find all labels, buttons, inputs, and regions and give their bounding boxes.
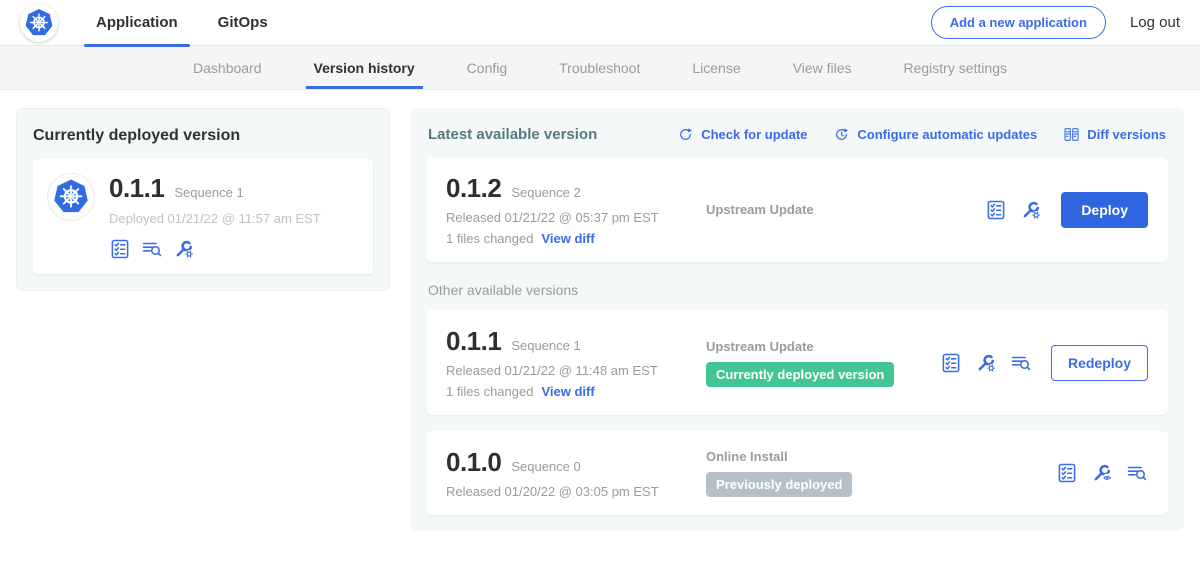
version-history-panel: Latest available version Check for updat… bbox=[410, 108, 1184, 531]
view-logs-icon[interactable] bbox=[141, 238, 163, 260]
primary-nav: Application GitOps bbox=[80, 0, 292, 45]
currently-deployed-badge: Currently deployed version bbox=[706, 362, 894, 387]
subnav-tab-version-history[interactable]: Version history bbox=[288, 46, 441, 89]
version-details: 0.1.2 Sequence 2 Released 01/21/22 @ 05:… bbox=[446, 173, 698, 246]
version-sequence: Sequence 0 bbox=[511, 459, 580, 474]
latest-version-title: Latest available version bbox=[428, 126, 597, 143]
currently-deployed-panel: Currently deployed version 0.1.1 Sequenc… bbox=[16, 108, 390, 291]
subnav-tab-troubleshoot[interactable]: Troubleshoot bbox=[533, 46, 666, 89]
files-changed: 1 files changed bbox=[446, 384, 533, 399]
edit-config-icon[interactable] bbox=[173, 238, 195, 260]
refresh-icon bbox=[677, 126, 694, 143]
version-source: Upstream Update bbox=[706, 339, 940, 354]
view-diff-link[interactable]: View diff bbox=[541, 231, 594, 246]
version-sequence: Sequence 2 bbox=[511, 185, 580, 200]
add-application-button[interactable]: Add a new application bbox=[931, 6, 1106, 39]
kubernetes-helm-icon bbox=[51, 177, 91, 217]
version-number: 0.1.1 bbox=[446, 326, 501, 357]
main-content: Currently deployed version 0.1.1 Sequenc… bbox=[0, 90, 1200, 549]
view-logs-icon[interactable] bbox=[1126, 462, 1148, 484]
configure-automatic-updates-label: Configure automatic updates bbox=[857, 127, 1037, 142]
previously-deployed-badge: Previously deployed bbox=[706, 472, 852, 497]
version-source: Upstream Update bbox=[706, 202, 985, 217]
header-actions: Check for update Configure automatic upd… bbox=[677, 126, 1166, 143]
version-status: Upstream Update bbox=[698, 202, 985, 217]
files-changed-line: 1 files changed View diff bbox=[446, 384, 698, 399]
version-number: 0.1.2 bbox=[446, 173, 501, 204]
released-date: Released 01/21/22 @ 11:48 am EST bbox=[446, 363, 698, 378]
version-card-0-1-2: 0.1.2 Sequence 2 Released 01/21/22 @ 05:… bbox=[426, 157, 1168, 262]
app-subnav: Dashboard Version history Config Trouble… bbox=[0, 46, 1200, 90]
version-line: 0.1.1 Sequence 1 bbox=[109, 173, 321, 204]
deployed-panel-title: Currently deployed version bbox=[33, 127, 373, 145]
version-line: 0.1.0 Sequence 0 bbox=[446, 447, 698, 478]
version-line: 0.1.1 Sequence 1 bbox=[446, 326, 698, 357]
version-status: Online Install Previously deployed bbox=[698, 449, 1056, 497]
redeploy-button[interactable]: Redeploy bbox=[1051, 345, 1148, 381]
files-changed: 1 files changed bbox=[446, 231, 533, 246]
version-source: Online Install bbox=[706, 449, 1056, 464]
top-navbar: Application GitOps Add a new application… bbox=[0, 0, 1200, 46]
app-logo bbox=[47, 173, 95, 221]
released-date: Released 01/21/22 @ 05:37 pm EST bbox=[446, 210, 698, 225]
diff-versions-label: Diff versions bbox=[1087, 127, 1166, 142]
version-details: 0.1.0 Sequence 0 Released 01/20/22 @ 03:… bbox=[446, 447, 698, 499]
subnav-tab-dashboard[interactable]: Dashboard bbox=[167, 46, 288, 89]
diff-icon bbox=[1063, 126, 1080, 143]
files-changed-line: 1 files changed View diff bbox=[446, 231, 698, 246]
released-date: Released 01/20/22 @ 03:05 pm EST bbox=[446, 484, 698, 499]
view-logs-icon[interactable] bbox=[1010, 352, 1032, 374]
latest-version-header: Latest available version Check for updat… bbox=[428, 126, 1166, 143]
check-for-update-link[interactable]: Check for update bbox=[677, 126, 807, 143]
version-card-0-1-1: 0.1.1 Sequence 1 Released 01/21/22 @ 11:… bbox=[426, 310, 1168, 415]
version-status: Upstream Update Currently deployed versi… bbox=[698, 339, 940, 387]
edit-config-icon[interactable] bbox=[1020, 199, 1042, 221]
deployed-version-info: 0.1.1 Sequence 1 Deployed 01/21/22 @ 11:… bbox=[109, 173, 321, 260]
version-line: 0.1.2 Sequence 2 bbox=[446, 173, 698, 204]
tab-application[interactable]: Application bbox=[80, 0, 194, 46]
navbar-right: Add a new application Log out bbox=[931, 6, 1180, 39]
view-config-icon[interactable] bbox=[1091, 462, 1113, 484]
version-actions bbox=[1056, 462, 1148, 484]
deployed-date: Deployed 01/21/22 @ 11:57 am EST bbox=[109, 211, 321, 226]
release-notes-icon[interactable] bbox=[985, 199, 1007, 221]
auto-update-icon bbox=[833, 126, 850, 143]
view-diff-link[interactable]: View diff bbox=[541, 384, 594, 399]
version-card-0-1-0: 0.1.0 Sequence 0 Released 01/20/22 @ 03:… bbox=[426, 431, 1168, 515]
release-notes-icon[interactable] bbox=[940, 352, 962, 374]
subnav-tab-license[interactable]: License bbox=[666, 46, 766, 89]
kubernetes-logo bbox=[20, 4, 58, 42]
version-number: 0.1.0 bbox=[446, 447, 501, 478]
deployed-sequence: Sequence 1 bbox=[174, 185, 243, 200]
tab-gitops[interactable]: GitOps bbox=[202, 0, 284, 46]
check-for-update-label: Check for update bbox=[701, 127, 807, 142]
deployed-actions bbox=[109, 238, 321, 260]
subnav-tab-view-files[interactable]: View files bbox=[767, 46, 878, 89]
release-notes-icon[interactable] bbox=[109, 238, 131, 260]
logout-link[interactable]: Log out bbox=[1130, 14, 1180, 31]
version-actions: Deploy bbox=[985, 192, 1148, 228]
version-details: 0.1.1 Sequence 1 Released 01/21/22 @ 11:… bbox=[446, 326, 698, 399]
deploy-button[interactable]: Deploy bbox=[1061, 192, 1148, 228]
version-sequence: Sequence 1 bbox=[511, 338, 580, 353]
version-actions: Redeploy bbox=[940, 345, 1148, 381]
deployed-version-card: 0.1.1 Sequence 1 Deployed 01/21/22 @ 11:… bbox=[33, 159, 373, 274]
other-versions-title: Other available versions bbox=[428, 282, 1166, 298]
deployed-version-number: 0.1.1 bbox=[109, 173, 164, 204]
kubernetes-helm-icon bbox=[23, 7, 55, 39]
subnav-tab-registry-settings[interactable]: Registry settings bbox=[878, 46, 1033, 89]
release-notes-icon[interactable] bbox=[1056, 462, 1078, 484]
configure-automatic-updates-link[interactable]: Configure automatic updates bbox=[833, 126, 1037, 143]
diff-versions-link[interactable]: Diff versions bbox=[1063, 126, 1166, 143]
subnav-tab-config[interactable]: Config bbox=[441, 46, 533, 89]
edit-config-icon[interactable] bbox=[975, 352, 997, 374]
